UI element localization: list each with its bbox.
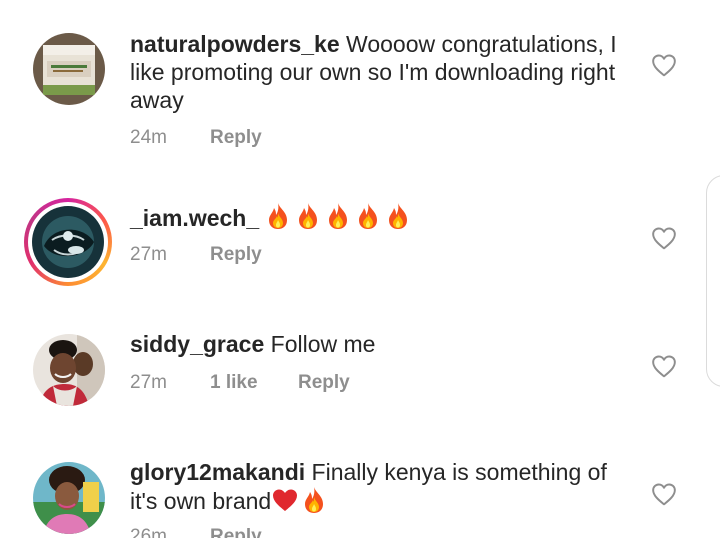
comment-meta: 27m Reply — [130, 244, 262, 266]
comment-username[interactable]: siddy_grace — [130, 331, 264, 357]
comment-meta: 26m Reply — [130, 526, 262, 538]
story-ring[interactable] — [24, 198, 112, 286]
avatar[interactable] — [33, 462, 105, 534]
comment-time: 27m — [130, 244, 167, 265]
like-heart-icon[interactable] — [651, 482, 677, 506]
red-heart-emoji-icon — [271, 487, 299, 513]
fire-emoji-icon — [325, 202, 351, 230]
likes-count[interactable]: 1 like — [210, 372, 298, 394]
comments-list[interactable]: naturalpowders_ke Woooow congratulations… — [0, 0, 720, 538]
comment-meta: 27m 1 like Reply — [130, 372, 350, 394]
comment-body: Follow me — [270, 331, 376, 357]
like-heart-icon[interactable] — [651, 226, 677, 250]
avatar[interactable] — [33, 33, 105, 105]
reply-button[interactable]: Reply — [210, 244, 262, 266]
fire-emoji-icon — [295, 202, 321, 230]
emoji-row — [265, 202, 411, 230]
fire-emoji-icon — [301, 486, 327, 514]
like-heart-icon[interactable] — [651, 53, 677, 77]
comment-time: 27m — [130, 372, 167, 393]
comment-meta: 24m Reply — [130, 127, 262, 149]
like-heart-icon[interactable] — [651, 354, 677, 378]
avatar[interactable] — [33, 334, 105, 406]
comment-username[interactable]: _iam.wech_ — [130, 205, 259, 231]
avatar[interactable] — [32, 206, 104, 278]
reply-button[interactable]: Reply — [298, 372, 350, 394]
reply-button[interactable]: Reply — [210, 127, 262, 149]
comment-time: 26m — [130, 526, 167, 538]
fire-emoji-icon — [265, 202, 291, 230]
comment-text: _iam.wech_ — [130, 202, 630, 232]
fire-emoji-icon — [385, 202, 411, 230]
side-panel-edge — [706, 175, 720, 387]
fire-emoji-icon — [355, 202, 381, 230]
comment-text: naturalpowders_ke Woooow congratulations… — [130, 30, 630, 114]
comment-username[interactable]: glory12makandi — [130, 459, 305, 485]
reply-button[interactable]: Reply — [210, 526, 262, 538]
comment-text: glory12makandi Finally kenya is somethin… — [130, 458, 630, 515]
comment-username[interactable]: naturalpowders_ke — [130, 31, 340, 57]
comment-time: 24m — [130, 127, 167, 148]
comment-text: siddy_grace Follow me — [130, 330, 630, 358]
